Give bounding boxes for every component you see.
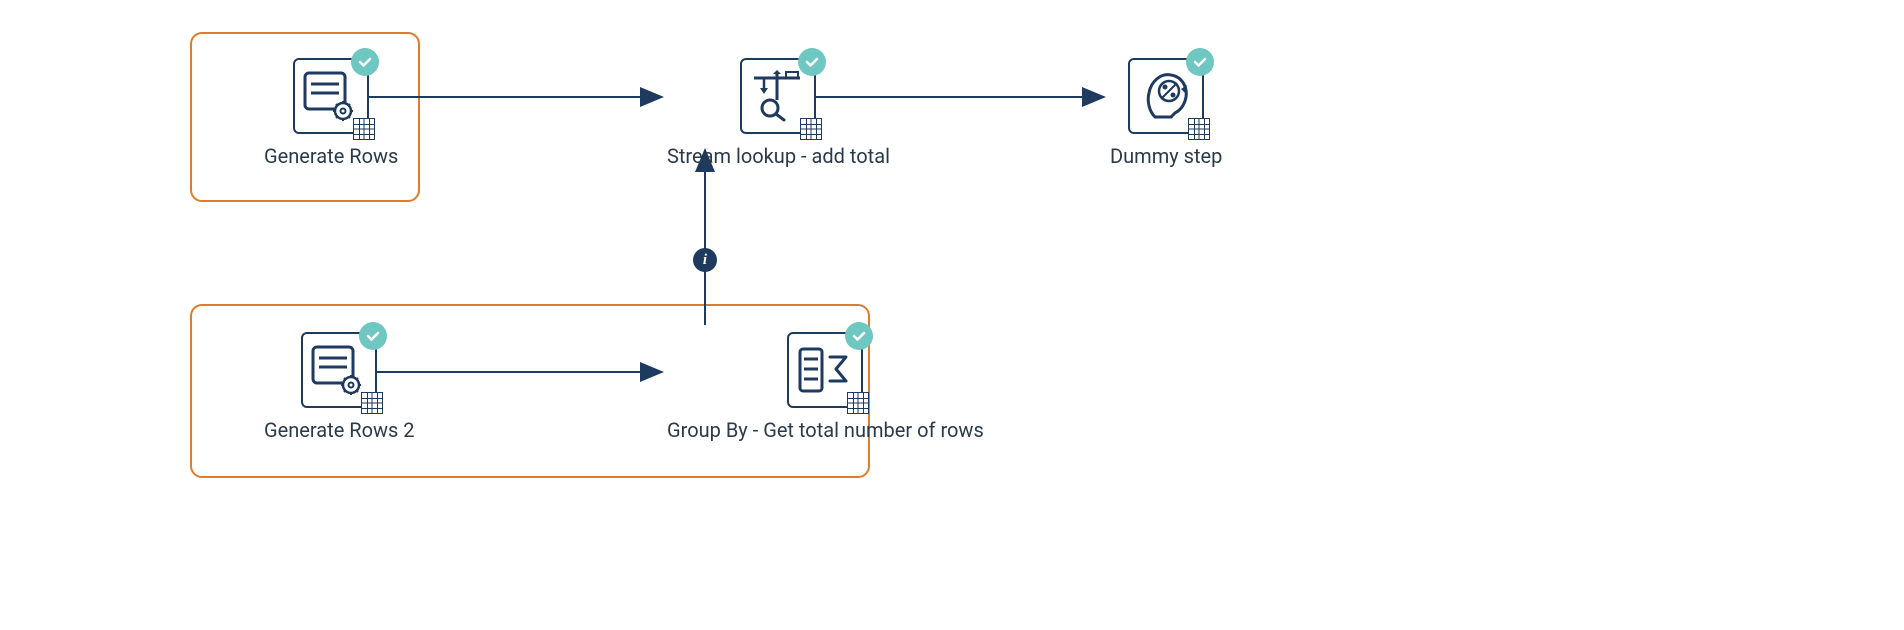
- generate-rows-icon-box: [293, 58, 369, 134]
- dummy-step-icon: [1139, 69, 1193, 123]
- grid-icon: [847, 392, 869, 414]
- node-generate-rows[interactable]: Generate Rows: [264, 58, 398, 168]
- node-dummy-step[interactable]: Dummy step: [1110, 58, 1222, 168]
- group-by-icon-box: [787, 332, 863, 408]
- generate-rows-icon: [303, 71, 359, 121]
- generate-rows-icon: [311, 345, 367, 395]
- node-label: Stream lookup - add total: [667, 144, 890, 168]
- info-badge-text: i: [703, 252, 707, 269]
- check-icon: [798, 48, 826, 76]
- diagram-canvas: i: [0, 0, 1904, 630]
- grid-icon: [1188, 118, 1210, 140]
- generate-rows-2-icon-box: [301, 332, 377, 408]
- group-by-icon: [798, 347, 852, 393]
- check-icon: [845, 322, 873, 350]
- check-icon: [1186, 48, 1214, 76]
- grid-icon: [353, 118, 375, 140]
- node-label: Dummy step: [1110, 144, 1222, 168]
- dummy-step-icon-box: [1128, 58, 1204, 134]
- node-generate-rows-2[interactable]: Generate Rows 2: [264, 332, 415, 442]
- node-label: Generate Rows: [264, 144, 398, 168]
- node-group-by[interactable]: Group By - Get total number of rows: [667, 332, 984, 442]
- grid-icon: [361, 392, 383, 414]
- node-label: Group By - Get total number of rows: [667, 418, 984, 442]
- stream-lookup-icon: [750, 70, 806, 122]
- grid-icon: [800, 118, 822, 140]
- info-badge: i: [693, 248, 717, 272]
- check-icon: [351, 48, 379, 76]
- node-label: Generate Rows 2: [264, 418, 415, 442]
- stream-lookup-icon-box: [740, 58, 816, 134]
- node-stream-lookup[interactable]: Stream lookup - add total: [667, 58, 890, 168]
- check-icon: [359, 322, 387, 350]
